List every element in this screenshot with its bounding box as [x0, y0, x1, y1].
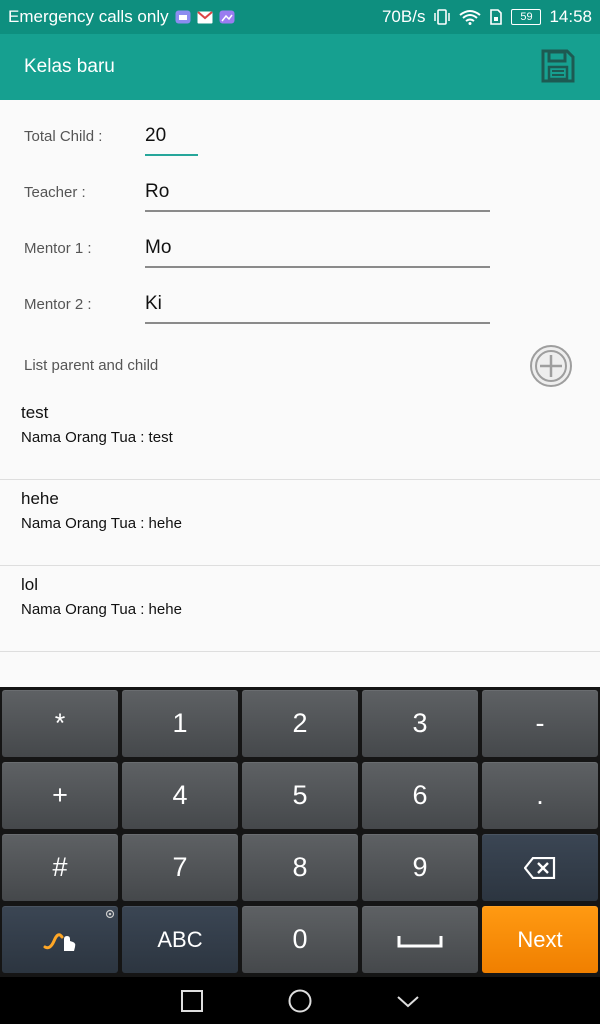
- key-0[interactable]: 0: [242, 906, 358, 973]
- key-minus[interactable]: -: [482, 690, 598, 757]
- hide-keyboard-button[interactable]: [395, 988, 421, 1014]
- key-7[interactable]: 7: [122, 834, 238, 901]
- clock: 14:58: [549, 7, 592, 26]
- mentor1-input[interactable]: Mo: [145, 230, 490, 268]
- child-name: test: [21, 403, 49, 422]
- mentor1-label: Mentor 1 :: [24, 240, 92, 257]
- swype-key[interactable]: [2, 906, 118, 973]
- swype-icon: [43, 932, 76, 951]
- next-key[interactable]: Next: [482, 906, 598, 973]
- space-icon: [397, 935, 443, 947]
- carrier-text: Emergency calls only: [8, 7, 169, 26]
- parent-name: Nama Orang Tua : hehe: [21, 515, 182, 532]
- app-bar: Kelas baru: [0, 34, 600, 100]
- key-9[interactable]: 9: [362, 834, 478, 901]
- child-name: hehe: [21, 489, 59, 508]
- mentor2-input[interactable]: Ki: [145, 286, 490, 324]
- key-5[interactable]: 5: [242, 762, 358, 829]
- home-button[interactable]: [287, 988, 313, 1014]
- key-2[interactable]: 2: [242, 690, 358, 757]
- space-key[interactable]: [362, 906, 478, 973]
- key-4[interactable]: 4: [122, 762, 238, 829]
- backspace-icon: [524, 856, 556, 879]
- key-1[interactable]: 1: [122, 690, 238, 757]
- chevron-down-icon: [397, 996, 419, 1008]
- child-name: lol: [21, 575, 39, 594]
- square-icon: [181, 990, 203, 1012]
- mentor1-row: Mentor 1 : Mo: [0, 222, 600, 278]
- list-header: List parent and child: [24, 357, 159, 374]
- list-item[interactable]: test Nama Orang Tua : test: [0, 393, 600, 480]
- add-circle-icon: [530, 345, 572, 387]
- wifi-icon: [459, 9, 482, 25]
- list-item[interactable]: lol Nama Orang Tua : hehe: [0, 565, 600, 652]
- numeric-keyboard: * 1 2 3 - + 4 5 6 . # 7 8 9 ABC 0 Next: [0, 687, 600, 977]
- save-icon: [541, 49, 575, 83]
- gmail-icon: [196, 10, 213, 24]
- status-left: Emergency calls only: [8, 7, 235, 27]
- key-8[interactable]: 8: [242, 834, 358, 901]
- notification-app-icon: [175, 10, 191, 24]
- circle-icon: [288, 989, 312, 1013]
- add-item-button[interactable]: [529, 344, 573, 388]
- key-hash[interactable]: #: [2, 834, 118, 901]
- total-child-label: Total Child :: [24, 128, 103, 145]
- status-right: 70B/s 59 14:58: [382, 7, 592, 27]
- network-speed: 70B/s: [381, 7, 426, 26]
- key-6[interactable]: 6: [362, 762, 478, 829]
- total-child-row: Total Child : 20: [0, 110, 600, 166]
- teacher-row: Teacher : Ro: [0, 166, 600, 222]
- recent-apps-button[interactable]: [179, 988, 205, 1014]
- key-plus[interactable]: +: [2, 762, 118, 829]
- key-asterisk[interactable]: *: [2, 690, 118, 757]
- page-title: Kelas baru: [24, 56, 115, 77]
- parent-name: Nama Orang Tua : hehe: [21, 601, 182, 618]
- key-period[interactable]: .: [482, 762, 598, 829]
- teacher-input[interactable]: Ro: [145, 174, 490, 212]
- settings-dot-icon: [105, 909, 115, 919]
- key-3[interactable]: 3: [362, 690, 478, 757]
- gallery-notification-icon: [219, 10, 235, 24]
- abc-key[interactable]: ABC: [122, 906, 238, 973]
- list-item[interactable]: hehe Nama Orang Tua : hehe: [0, 479, 600, 566]
- save-button[interactable]: [540, 48, 576, 84]
- vibrate-icon: [433, 9, 451, 25]
- teacher-label: Teacher :: [24, 184, 86, 201]
- mentor2-row: Mentor 2 : Ki: [0, 278, 600, 334]
- backspace-key[interactable]: [482, 834, 598, 901]
- total-child-input[interactable]: 20: [145, 118, 198, 156]
- navigation-bar: [0, 977, 600, 1024]
- mentor2-label: Mentor 2 :: [24, 296, 92, 313]
- status-bar: Emergency calls only 70B/s 59 14:58: [0, 0, 600, 34]
- parent-name: Nama Orang Tua : test: [21, 429, 173, 446]
- sim-icon: [489, 9, 503, 25]
- battery-icon: 59: [511, 9, 542, 25]
